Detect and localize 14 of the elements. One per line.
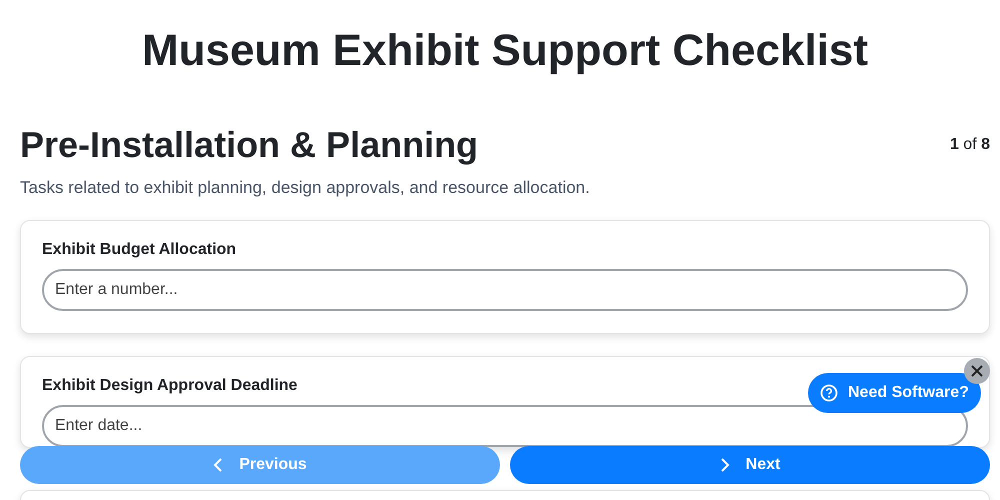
chevron-right-icon bbox=[720, 457, 730, 473]
page-counter: 1 of 8 bbox=[950, 136, 990, 154]
section-title: Pre-Installation & Planning bbox=[20, 124, 478, 166]
help-icon bbox=[820, 384, 838, 402]
input-field[interactable]: Enter date... bbox=[42, 405, 968, 447]
help-button[interactable]: Need Software? bbox=[808, 373, 981, 413]
close-icon bbox=[971, 365, 983, 377]
input-field[interactable]: Enter a number... bbox=[42, 269, 968, 311]
nav-button[interactable]: Next bbox=[510, 446, 990, 484]
field-label: Exhibit Design Approval Deadline bbox=[42, 377, 298, 395]
page-title: Museum Exhibit Support Checklist bbox=[140, 25, 870, 76]
section-description: Tasks related to exhibit planning, design approvals, and resource allocation. bbox=[20, 178, 591, 198]
chevron-left-icon bbox=[213, 457, 224, 473]
field-label: Exhibit Budget Allocation bbox=[42, 241, 236, 259]
